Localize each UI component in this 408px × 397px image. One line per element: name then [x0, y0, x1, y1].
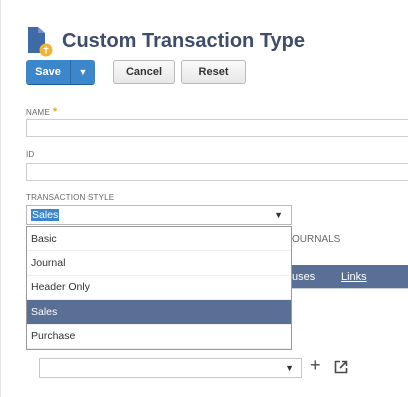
- subtab-links[interactable]: Links: [341, 271, 367, 283]
- required-mark: *: [52, 106, 58, 118]
- option-journal[interactable]: Journal: [27, 251, 291, 276]
- subtab-uses[interactable]: uses: [292, 271, 315, 283]
- option-purchase[interactable]: Purchase: [27, 325, 291, 349]
- journals-section-label: OURNALS: [292, 234, 341, 245]
- save-menu-button[interactable]: ▼: [70, 60, 95, 84]
- account-select[interactable]: ▼: [39, 358, 302, 378]
- name-field[interactable]: [26, 119, 408, 137]
- transaction-style-value: Sales: [31, 209, 60, 221]
- caret-down-icon[interactable]: ▼: [285, 363, 294, 373]
- save-button[interactable]: Save: [26, 60, 70, 84]
- custom-transaction-icon: [28, 27, 53, 57]
- page-title: Custom Transaction Type: [62, 30, 306, 52]
- save-button-group: Save ▼: [26, 60, 95, 84]
- open-in-new-icon[interactable]: [334, 360, 348, 374]
- reset-button[interactable]: Reset: [181, 60, 246, 84]
- transaction-style-dropdown: Basic Journal Header Only Sales Purchase: [26, 226, 292, 350]
- option-basic[interactable]: Basic: [27, 227, 291, 252]
- option-sales[interactable]: Sales: [27, 300, 291, 325]
- transaction-style-label: TRANSACTION STYLE: [26, 193, 115, 202]
- name-label-text: NAME: [26, 108, 50, 117]
- cancel-button[interactable]: Cancel: [113, 60, 175, 84]
- transaction-style-select[interactable]: Sales ▼: [26, 205, 292, 225]
- caret-down-icon[interactable]: ▼: [274, 210, 283, 220]
- plus-icon[interactable]: +: [310, 355, 321, 375]
- caret-down-icon: ▼: [78, 67, 88, 77]
- page-edge: [0, 0, 1, 397]
- option-header-only[interactable]: Header Only: [27, 276, 291, 301]
- id-field[interactable]: [26, 163, 408, 181]
- name-label: NAME *: [26, 106, 57, 118]
- id-label: ID: [26, 150, 35, 159]
